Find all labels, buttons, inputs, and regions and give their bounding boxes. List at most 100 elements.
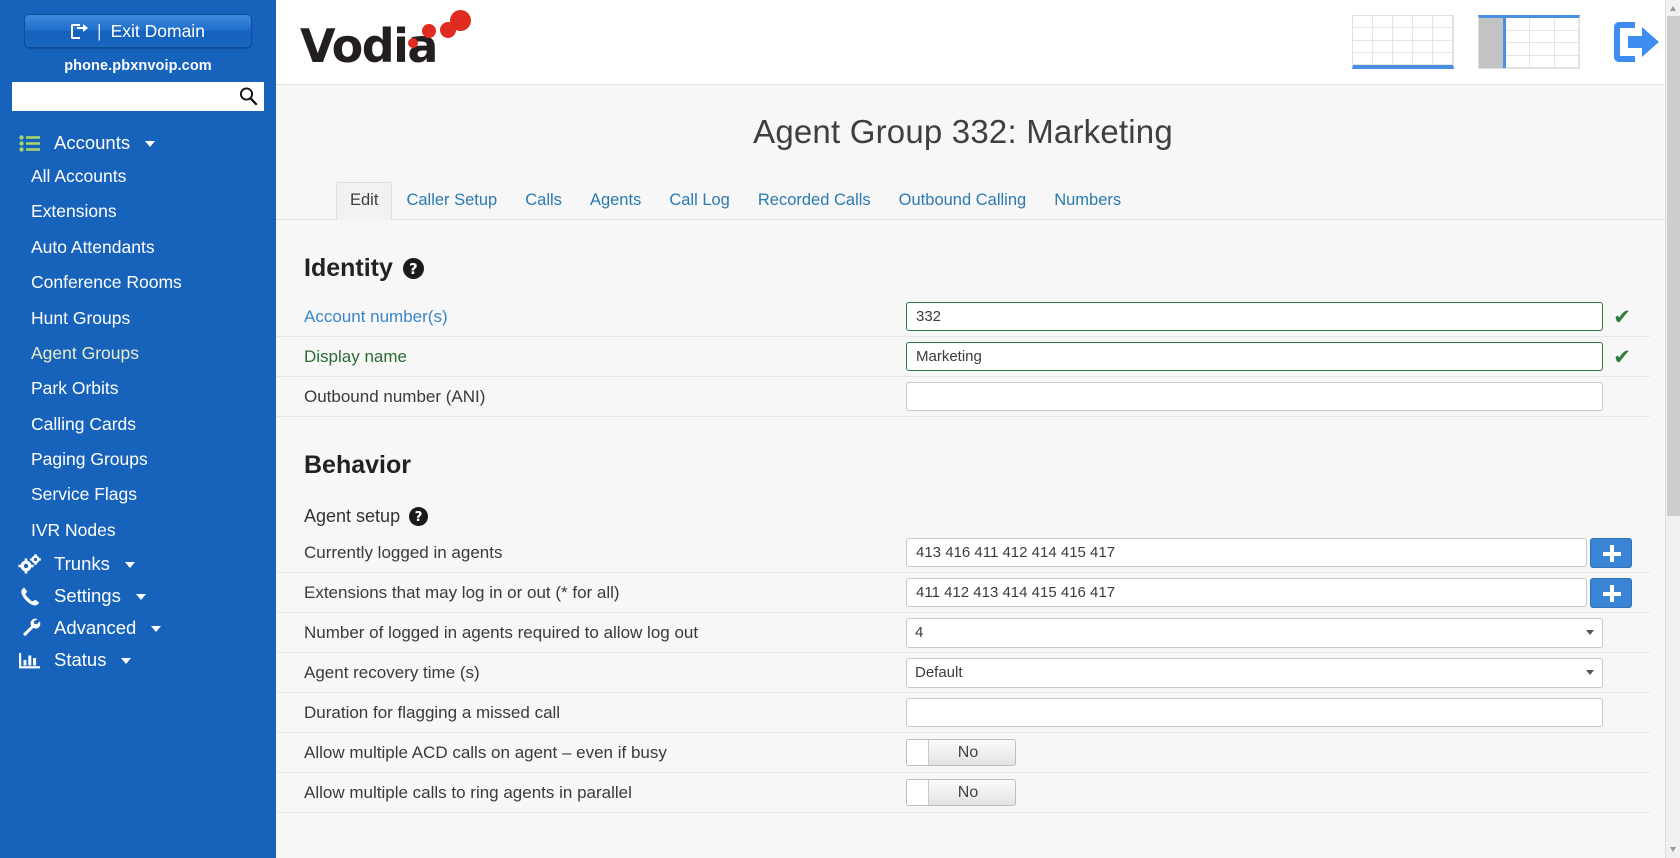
sidebar-group-label: Trunks (54, 553, 110, 575)
row-missed-call-duration: Duration for flagging a missed call (276, 693, 1650, 733)
tab-agents[interactable]: Agents (576, 182, 655, 220)
sidebar-group-accounts[interactable]: Accounts (0, 127, 276, 159)
missed-call-duration-input[interactable] (906, 698, 1603, 727)
search-icon[interactable] (238, 86, 258, 106)
label-account-numbers[interactable]: Account number(s) (276, 307, 906, 327)
agent-recovery-time-select-wrap[interactable]: Default (906, 657, 1603, 688)
behavior-heading-text: Behavior (304, 451, 411, 479)
allow-multiple-acd-calls-toggle[interactable]: No (906, 739, 1016, 766)
label-allow-parallel-ring: Allow multiple calls to ring agents in p… (304, 782, 632, 802)
tab-call-log[interactable]: Call Log (655, 182, 744, 220)
sidebar-group-label: Settings (54, 585, 121, 607)
agent-setup-label: Agent setup (304, 506, 401, 526)
sidebar-item-hunt-groups[interactable]: Hunt Groups (0, 301, 276, 336)
grid-layout-icon[interactable] (1352, 15, 1454, 69)
required-agents-select[interactable]: 4 (906, 617, 1603, 648)
exit-domain-label: Exit Domain (110, 20, 205, 41)
identity-help-icon[interactable]: ? (402, 258, 424, 279)
sidebar-item-conference-rooms[interactable]: Conference Rooms (0, 265, 276, 300)
outbound-number-input[interactable] (906, 382, 1603, 411)
tab-bar: Edit Caller Setup Calls Agents Call Log … (276, 181, 1680, 220)
allow-parallel-ring-toggle[interactable]: No (906, 779, 1016, 806)
split-layout-cells (1506, 18, 1579, 68)
field-agent-recovery-time: Default (906, 657, 1650, 688)
logout-icon[interactable] (1612, 20, 1660, 64)
label-required-agents-to-log-out: Number of logged in agents required to a… (304, 622, 699, 642)
split-layout-icon[interactable] (1478, 15, 1580, 69)
row-display-name: Display name ✔ (276, 337, 1650, 377)
gears-icon (18, 554, 42, 574)
chevron-down-icon (135, 594, 146, 601)
toggle-knob (907, 740, 929, 765)
split-layout-sidebar (1479, 18, 1506, 68)
search-box[interactable] (12, 82, 264, 111)
identity-section-heading: Identity ? (304, 254, 1650, 283)
scroll-up-arrow[interactable] (1666, 0, 1680, 16)
logo-dot-1 (408, 38, 418, 48)
sidebar-item-service-flags[interactable]: Service Flags (0, 477, 276, 512)
allow-parallel-ring-value: No (957, 783, 979, 801)
label-outbound-number: Outbound number (ANI) (304, 386, 486, 406)
sidebar-group-trunks[interactable]: Trunks (0, 548, 276, 580)
sidebar: | Exit Domain phone.pbxnvoip.com Account… (0, 0, 276, 858)
sidebar-group-settings[interactable]: Settings (0, 580, 276, 612)
form-content: Identity ? Account number(s) ✔ Display n… (276, 254, 1680, 813)
exit-domain-button[interactable]: | Exit Domain (24, 14, 252, 48)
vodia-logo: Vodia (300, 10, 471, 73)
field-currently-logged-in-agents (906, 537, 1650, 568)
field-account-numbers: ✔ (906, 302, 1650, 331)
sidebar-item-paging-groups[interactable]: Paging Groups (0, 442, 276, 477)
tab-numbers[interactable]: Numbers (1040, 182, 1135, 220)
agent-recovery-time-select[interactable]: Default (906, 657, 1603, 688)
field-allow-parallel-ring: No (906, 779, 1650, 806)
sidebar-group-status[interactable]: Status (0, 644, 276, 676)
scrollbar-thumb[interactable] (1667, 16, 1680, 516)
display-name-valid-icon: ✔ (1613, 344, 1631, 369)
sidebar-item-extensions[interactable]: Extensions (0, 194, 276, 229)
logo-dot-4 (450, 10, 471, 31)
sidebar-item-auto-attendants[interactable]: Auto Attendants (0, 230, 276, 265)
display-name-input[interactable] (906, 342, 1603, 371)
label-allow-multiple-acd-calls: Allow multiple ACD calls on agent – even… (304, 742, 667, 762)
add-extension-button[interactable] (1590, 577, 1632, 608)
agent-setup-subheading: Agent setup ? (304, 506, 1650, 533)
sidebar-item-calling-cards[interactable]: Calling Cards (0, 407, 276, 442)
row-allow-parallel-ring: Allow multiple calls to ring agents in p… (276, 773, 1650, 813)
account-numbers-input[interactable] (906, 302, 1603, 331)
exit-domain-icon (71, 22, 89, 39)
sidebar-item-park-orbits[interactable]: Park Orbits (0, 371, 276, 406)
behavior-section-heading: Behavior (304, 451, 1650, 480)
sidebar-item-all-accounts[interactable]: All Accounts (0, 159, 276, 194)
tab-caller-setup[interactable]: Caller Setup (392, 182, 511, 220)
currently-logged-in-agents-input[interactable] (906, 538, 1587, 567)
tab-calls[interactable]: Calls (511, 182, 576, 220)
row-outbound-number: Outbound number (ANI) (276, 377, 1650, 417)
sidebar-item-ivr-nodes[interactable]: IVR Nodes (0, 513, 276, 548)
scroll-down-arrow[interactable] (1666, 842, 1680, 858)
row-required-agents-to-log-out: Number of logged in agents required to a… (276, 613, 1650, 653)
layout-toggle-group (1352, 15, 1580, 69)
tab-edit[interactable]: Edit (336, 182, 393, 220)
main-area: Vodia Agent Group 332: Marketing Edit Ca… (276, 0, 1680, 858)
extensions-may-log-in-out-input[interactable] (906, 578, 1587, 607)
tab-outbound-calling[interactable]: Outbound Calling (885, 182, 1041, 220)
search-input[interactable] (12, 82, 264, 111)
label-display-name: Display name (304, 346, 407, 366)
field-required-agents-to-log-out: 4 (906, 617, 1650, 648)
agent-setup-help-icon[interactable]: ? (409, 507, 429, 526)
sidebar-group-label: Advanced (54, 617, 137, 639)
row-agent-recovery-time: Agent recovery time (s) Default (276, 653, 1650, 693)
required-agents-select-wrap[interactable]: 4 (906, 617, 1603, 648)
tab-recorded-calls[interactable]: Recorded Calls (744, 182, 885, 220)
chevron-down-icon (121, 658, 132, 665)
allow-multiple-acd-calls-value: No (957, 743, 979, 761)
page-scrollbar[interactable] (1665, 0, 1680, 858)
sidebar-group-advanced[interactable]: Advanced (0, 612, 276, 644)
page-title: Agent Group 332: Marketing (753, 113, 1173, 150)
chevron-down-icon (124, 562, 135, 569)
sidebar-item-agent-groups[interactable]: Agent Groups (0, 336, 276, 371)
label-currently-logged-in-agents: Currently logged in agents (304, 542, 503, 562)
row-allow-multiple-acd-calls: Allow multiple ACD calls on agent – even… (276, 733, 1650, 773)
add-logged-in-agent-button[interactable] (1590, 537, 1632, 568)
bar-chart-icon (18, 650, 42, 670)
